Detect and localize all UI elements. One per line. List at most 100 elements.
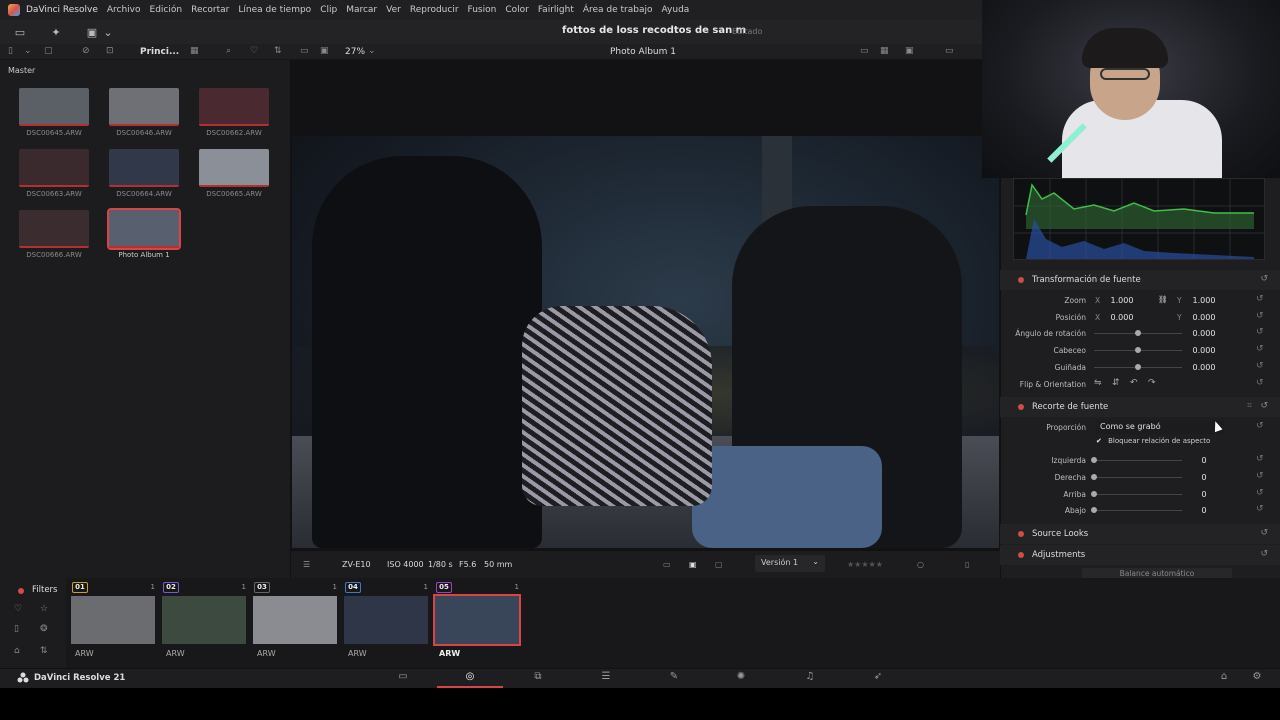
viewer-image[interactable]: [292, 136, 999, 548]
zoom-y-field[interactable]: 1.000: [1186, 296, 1222, 305]
reset-icon[interactable]: ↺: [1256, 488, 1264, 498]
filmstrip-clip[interactable]: 04 1 ARW: [340, 582, 428, 660]
zoom-x-field[interactable]: 1.000: [1104, 296, 1140, 305]
album-dropdown[interactable]: Photo Album 1: [610, 47, 676, 57]
home-icon[interactable]: ⌂: [1217, 671, 1231, 684]
reset-icon[interactable]: ↺: [1256, 421, 1264, 431]
rotation-field[interactable]: 0.000: [1186, 329, 1222, 338]
image-icon[interactable]: ▣: [689, 560, 697, 569]
enable-dot-icon[interactable]: [1018, 277, 1024, 283]
slider-knob[interactable]: [1135, 347, 1141, 353]
image-icon[interactable]: ▣: [84, 25, 100, 39]
media-thumb[interactable]: DSC00664.ARW: [109, 149, 179, 199]
layout-icon[interactable]: ▭: [860, 46, 869, 56]
reset-icon[interactable]: ↺: [1260, 549, 1268, 559]
media-thumb[interactable]: DSC00665.ARW: [199, 149, 269, 199]
reset-icon[interactable]: ↺: [1260, 274, 1268, 284]
chevron-down-icon[interactable]: ⌄: [24, 46, 32, 56]
filmstrip-clip[interactable]: 02 1 ARW: [158, 582, 246, 660]
slider-knob[interactable]: [1091, 507, 1097, 513]
media-thumb[interactable]: DSC00662.ARW: [199, 88, 269, 138]
menu-archivo[interactable]: Archivo: [107, 5, 141, 15]
crop-top-slider[interactable]: [1094, 494, 1182, 495]
slider-knob[interactable]: [1091, 474, 1097, 480]
reset-icon[interactable]: ↺: [1256, 471, 1264, 481]
remove-image-icon[interactable]: ▢: [715, 560, 723, 569]
menu-ayuda[interactable]: Ayuda: [662, 5, 690, 15]
grid-icon[interactable]: ▦: [880, 46, 889, 56]
reset-icon[interactable]: ↺: [1256, 454, 1264, 464]
viewer-mode-icon[interactable]: ▭: [300, 46, 309, 56]
rotate-left-icon[interactable]: ↶: [1130, 378, 1138, 388]
crop-right-field[interactable]: 0: [1186, 473, 1222, 482]
adjustments-header[interactable]: Adjustments ↺: [1000, 545, 1280, 565]
yaw-field[interactable]: 0.000: [1186, 363, 1222, 372]
reset-icon[interactable]: ↺: [1256, 311, 1264, 321]
sort-dropdown[interactable]: Princi...: [140, 47, 179, 57]
edit-page-icon[interactable]: ⧉: [531, 671, 545, 684]
sort-icon[interactable]: ⇅: [40, 646, 48, 656]
menu-ver[interactable]: Ver: [386, 5, 401, 15]
new-file-icon[interactable]: ▢: [44, 46, 53, 56]
fusion-page-icon[interactable]: ✎: [667, 671, 681, 684]
sort-icon[interactable]: ⇅: [274, 46, 282, 56]
crop-right-slider[interactable]: [1094, 477, 1182, 478]
import-icon[interactable]: ⊡: [106, 46, 114, 56]
reset-icon[interactable]: ↺: [1256, 504, 1264, 514]
heart-icon[interactable]: ♡: [14, 604, 22, 614]
filmstrip-clip[interactable]: 01 1 ARW: [67, 582, 155, 660]
reset-icon[interactable]: ↺: [1256, 361, 1264, 371]
crop-left-slider[interactable]: [1094, 460, 1182, 461]
pitch-field[interactable]: 0.000: [1186, 346, 1222, 355]
flip-horizontal-icon[interactable]: ⇋: [1094, 378, 1102, 388]
compare-icon[interactable]: ▣: [320, 46, 329, 56]
crop-bottom-slider[interactable]: [1094, 510, 1182, 511]
link-icon[interactable]: ⛓: [1158, 295, 1168, 304]
reset-icon[interactable]: ↺: [1256, 378, 1264, 388]
filmstrip-clip[interactable]: 03 1 ARW: [249, 582, 337, 660]
chevron-down-icon[interactable]: ⌄: [368, 46, 376, 56]
chevron-down-icon[interactable]: ⌄: [100, 25, 116, 39]
deliver-page-icon[interactable]: ➶: [871, 671, 885, 684]
star-icon[interactable]: ☆: [40, 604, 48, 614]
menu-marcar[interactable]: Marcar: [346, 5, 377, 15]
source-looks-header[interactable]: Source Looks ↺: [1000, 524, 1280, 544]
crop-tool-icon[interactable]: ⌗: [1247, 401, 1252, 411]
color-filter-icon[interactable]: ❂: [40, 624, 48, 634]
enable-dot-icon[interactable]: [1018, 552, 1024, 558]
reset-icon[interactable]: ↺: [1256, 294, 1264, 304]
album-thumb[interactable]: Photo Album 1: [107, 208, 181, 260]
reset-icon[interactable]: ↺: [1256, 327, 1264, 337]
menu-color[interactable]: Color: [505, 5, 529, 15]
cut-page-icon[interactable]: ☰: [599, 671, 613, 684]
slider-knob[interactable]: [1135, 364, 1141, 370]
menu-fusion[interactable]: Fusion: [468, 5, 497, 15]
media-thumb[interactable]: DSC00666.ARW: [19, 210, 89, 260]
media-thumb[interactable]: DSC00645.ARW: [19, 88, 89, 138]
settings-icon[interactable]: ☰: [303, 560, 310, 569]
bookmark-icon[interactable]: ▯: [965, 560, 969, 569]
tag-icon[interactable]: ⌂: [14, 646, 20, 656]
reset-icon[interactable]: ↺: [1260, 528, 1268, 538]
media-thumb[interactable]: DSC00663.ARW: [19, 149, 89, 199]
panel-toggle-icon[interactable]: ▯: [8, 46, 13, 56]
magic-wand-icon[interactable]: ✦: [48, 25, 64, 39]
media-page-icon[interactable]: ▭: [396, 671, 410, 684]
crop-bottom-field[interactable]: 0: [1186, 506, 1222, 515]
menu-fairlight[interactable]: Fairlight: [538, 5, 574, 15]
slider-knob[interactable]: [1091, 457, 1097, 463]
photo-page-icon[interactable]: ◎: [463, 671, 477, 684]
link-icon[interactable]: ⊘: [82, 46, 90, 56]
slider-knob[interactable]: [1135, 330, 1141, 336]
ratio-dropdown[interactable]: Como se grabó: [1096, 420, 1224, 434]
filmstrip-clip-selected[interactable]: 05 1 ARW: [431, 582, 521, 660]
menu-edicion[interactable]: Edición: [150, 5, 183, 15]
menu-area-de-trabajo[interactable]: Área de trabajo: [583, 5, 653, 15]
crop-left-field[interactable]: 0: [1186, 456, 1222, 465]
lock-aspect-checkbox[interactable]: ✔ Bloquear relación de aspecto: [1096, 437, 1210, 445]
display-icon[interactable]: ▣: [905, 46, 914, 56]
slider-knob[interactable]: [1091, 491, 1097, 497]
grid-view-icon[interactable]: ▦: [190, 46, 199, 56]
search-icon[interactable]: ⌕: [226, 46, 231, 56]
rotate-right-icon[interactable]: ↷: [1148, 378, 1156, 388]
